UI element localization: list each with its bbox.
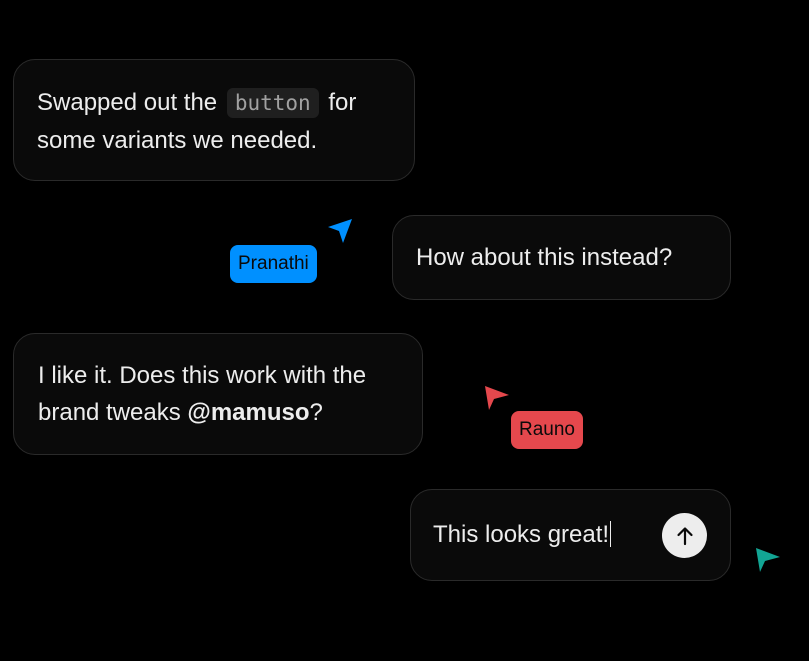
message-input-value: This looks great!: [433, 521, 610, 548]
message-bubble: I like it. Does this work with the brand…: [13, 333, 423, 455]
send-button[interactable]: [662, 513, 707, 558]
pointer-cursor-icon: [756, 548, 780, 572]
user-mention[interactable]: @mamuso: [187, 399, 309, 426]
message-bubble: Swapped out the button for some variants…: [13, 59, 415, 181]
arrow-up-icon: [676, 526, 693, 545]
inline-code: button: [226, 88, 319, 118]
pointer-cursor-icon: [485, 386, 509, 410]
message-text: Swapped out the: [37, 89, 224, 116]
message-text: ?: [309, 399, 323, 426]
message-bubble: How about this instead?: [392, 215, 731, 300]
message-text: How about this instead?: [416, 244, 673, 271]
chat-canvas: Swapped out the button for some variants…: [0, 0, 809, 661]
text-caret: [610, 521, 612, 547]
collaborator-cursor-label: Pranathi: [230, 245, 317, 283]
message-composer[interactable]: This looks great!: [410, 489, 731, 581]
message-input[interactable]: This looks great!: [433, 516, 612, 553]
pointer-cursor-icon: [328, 219, 352, 243]
collaborator-cursor-label: Rauno: [511, 411, 583, 449]
